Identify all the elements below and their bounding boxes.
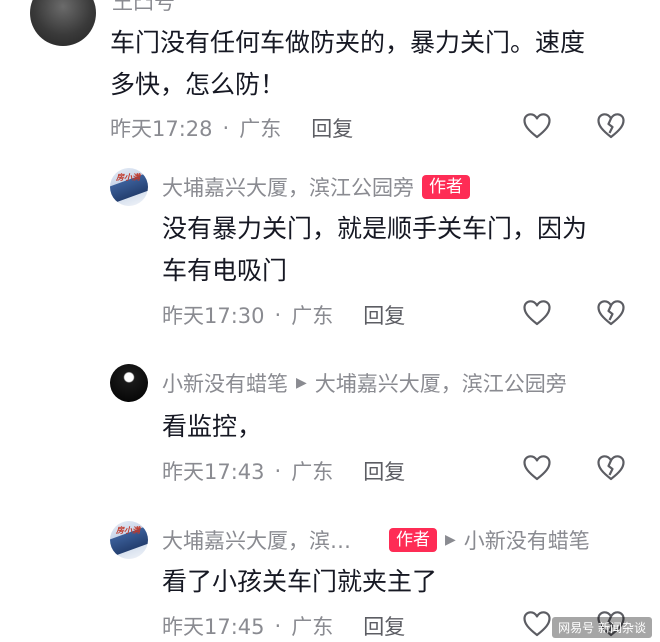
avatar[interactable]: 房小满 <box>110 521 148 559</box>
comment-nickname[interactable]: 小新没有蜡笔 ▶ 大埔嘉兴大厦，滨江公园旁 <box>162 368 567 398</box>
comment-line: 车门没有任何车做防夹的，暴力关门。速度 <box>110 28 586 57</box>
avatar[interactable] <box>110 364 148 402</box>
reply-button[interactable]: 回复 <box>311 113 353 143</box>
watermark: 网易号 新闻杂谈 <box>552 617 652 638</box>
comment-1: 王凸号 车门没有任何车做防夹的，暴力关门。速度 多快，怎么防！ 昨天17:28 … <box>0 0 660 160</box>
comment-line: 看监控， <box>162 412 263 441</box>
triangle-right-icon: ▶ <box>445 532 456 548</box>
comment-time: 昨天17:43 <box>162 460 265 484</box>
broken-heart-icon[interactable] <box>596 298 626 328</box>
comment-time: 昨天17:30 <box>162 304 265 328</box>
nickname-text[interactable]: 大埔嘉兴大厦，滨江公园旁 <box>162 172 414 202</box>
avatar-tag: 房小满 <box>116 526 140 535</box>
comment-meta: 昨天17:45 · 广东 回复 <box>162 611 405 641</box>
reply-to-nickname[interactable]: 大埔嘉兴大厦，滨江公园旁 <box>315 368 567 398</box>
comment-nickname[interactable]: 王凸号 <box>112 0 175 16</box>
heart-icon[interactable] <box>522 111 552 141</box>
comment-text: 车门没有任何车做防夹的，暴力关门。速度 多快，怎么防！ <box>110 22 585 106</box>
nickname-text[interactable]: 大埔嘉兴大厦，滨… <box>162 525 351 555</box>
comment-line: 看了小孩关车门就夹主了 <box>162 567 438 596</box>
broken-heart-icon[interactable] <box>596 453 626 483</box>
heart-icon[interactable] <box>522 453 552 483</box>
comment-line: 没有暴力关门，就是顺手关车门，因为 <box>162 214 588 243</box>
comment-text: 看了小孩关车门就夹主了 <box>162 561 437 603</box>
meta-separator: · <box>274 303 282 327</box>
comment-meta: 昨天17:43 · 广东 回复 <box>162 456 405 486</box>
comment-location: 广东 <box>291 304 334 328</box>
meta-separator: · <box>274 459 282 483</box>
comment-time: 昨天17:45 <box>162 615 265 639</box>
comment-nickname[interactable]: 大埔嘉兴大厦，滨江公园旁 作者 <box>162 172 470 202</box>
comment-3: 小新没有蜡笔 ▶ 大埔嘉兴大厦，滨江公园旁 看监控， 昨天17:43 · 广东 … <box>0 360 660 500</box>
avatar[interactable] <box>30 0 96 46</box>
reply-button[interactable]: 回复 <box>363 456 405 486</box>
reply-button[interactable]: 回复 <box>363 300 405 330</box>
triangle-right-icon: ▶ <box>296 375 307 391</box>
comment-meta: 昨天17:30 · 广东 回复 <box>162 300 405 330</box>
comment-location: 广东 <box>291 460 334 484</box>
comment-time: 昨天17:28 <box>110 117 213 141</box>
meta-separator: · <box>222 116 230 140</box>
nickname-text[interactable]: 王凸号 <box>112 0 175 16</box>
comment-text: 看监控， <box>162 406 262 448</box>
comment-text: 没有暴力关门，就是顺手关车门，因为 车有电吸门 <box>162 208 587 292</box>
reply-button[interactable]: 回复 <box>363 611 405 641</box>
meta-separator: · <box>274 614 282 638</box>
comment-line: 车有电吸门 <box>162 256 288 285</box>
broken-heart-icon[interactable] <box>596 111 626 141</box>
avatar[interactable]: 房小满 <box>110 168 148 206</box>
author-badge: 作者 <box>422 175 470 199</box>
comment-meta: 昨天17:28 · 广东 回复 <box>110 113 353 143</box>
avatar-tag: 房小满 <box>116 173 140 182</box>
nickname-text[interactable]: 小新没有蜡笔 <box>162 368 288 398</box>
comment-location: 广东 <box>291 615 334 639</box>
heart-icon[interactable] <box>522 609 552 639</box>
author-badge: 作者 <box>389 528 437 552</box>
comment-line: 多快，怎么防！ <box>110 70 286 99</box>
heart-icon[interactable] <box>522 298 552 328</box>
comment-nickname[interactable]: 大埔嘉兴大厦，滨… 作者 ▶ 小新没有蜡笔 <box>162 525 590 555</box>
comment-location: 广东 <box>239 117 282 141</box>
comment-2: 房小满 大埔嘉兴大厦，滨江公园旁 作者 没有暴力关门，就是顺手关车门，因为 车有… <box>0 160 660 340</box>
reply-to-nickname[interactable]: 小新没有蜡笔 <box>464 525 590 555</box>
